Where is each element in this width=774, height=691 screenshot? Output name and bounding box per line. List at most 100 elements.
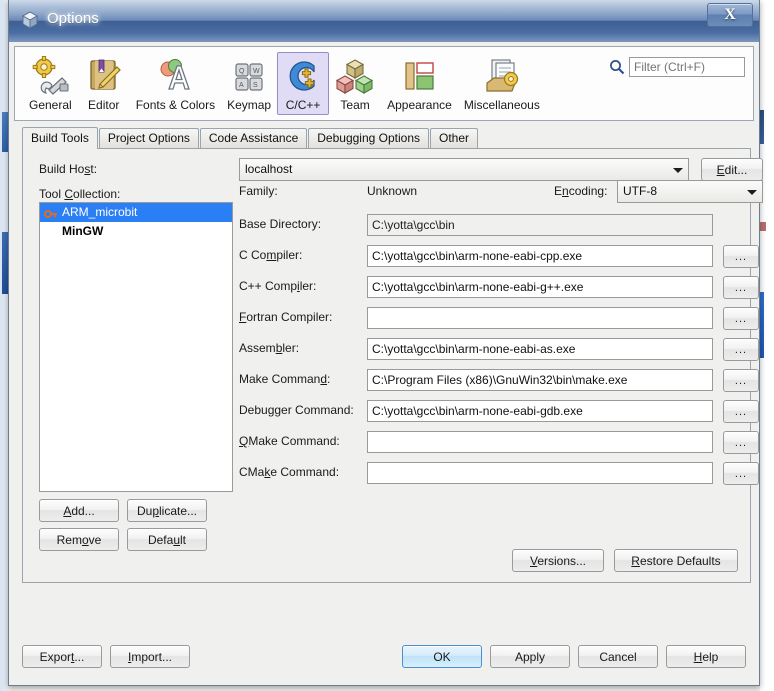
fortran-compiler-browse-button[interactable]: ... bbox=[723, 307, 759, 330]
cpp-compiler-browse-button[interactable]: ... bbox=[723, 276, 759, 299]
documents-gear-icon bbox=[482, 56, 522, 96]
cmake-command-label: CMake Command: bbox=[239, 465, 340, 479]
c-compiler-label: C Compiler: bbox=[239, 248, 303, 262]
apply-button[interactable]: Apply bbox=[490, 645, 570, 668]
options-toolbar: General Editor Fonts & Colors Q W A S Ke… bbox=[14, 46, 754, 121]
notebook-pencil-icon bbox=[84, 56, 124, 96]
list-item[interactable]: MinGW bbox=[40, 222, 232, 241]
encoding-label: Encoding: bbox=[554, 184, 608, 198]
c-compiler-browse-button[interactable]: ... bbox=[723, 245, 759, 268]
add-button[interactable]: Add... bbox=[39, 499, 119, 522]
tab-strip: Build Tools Project Options Code Assista… bbox=[22, 127, 751, 149]
make-command-input[interactable] bbox=[367, 369, 713, 391]
options-dialog: Options X General Editor Fonts & Colors … bbox=[8, 0, 763, 686]
tool-collection-buttons-row-2: Remove Default bbox=[39, 528, 207, 551]
cube-icon bbox=[21, 11, 39, 29]
list-item-label: ARM_microbit bbox=[62, 205, 138, 219]
versions-button[interactable]: Versions... bbox=[512, 549, 604, 572]
build-tool-form: localhost Edit... Family: Unknown Encodi… bbox=[239, 149, 763, 582]
toolbar-item-fonts-colors[interactable]: Fonts & Colors bbox=[130, 52, 221, 115]
build-tools-panel: Build Host: Tool Collection: ARM_microbi… bbox=[22, 148, 763, 583]
duplicate-button[interactable]: Duplicate... bbox=[127, 499, 207, 522]
assembler-input[interactable] bbox=[367, 338, 713, 360]
import-button[interactable]: Import... bbox=[110, 645, 190, 668]
qmake-command-input[interactable] bbox=[367, 431, 713, 453]
toolbar-item-label: Fonts & Colors bbox=[135, 98, 216, 112]
toolbar-item-label: Team bbox=[340, 98, 370, 112]
toolbar-item-label: General bbox=[29, 98, 72, 112]
encoding-combo[interactable]: UTF-8 bbox=[617, 180, 763, 203]
close-button[interactable]: X bbox=[707, 3, 753, 27]
qmake-command-browse-button[interactable]: ... bbox=[723, 431, 759, 454]
toolbar-item-keymap[interactable]: Q W A S Keymap bbox=[221, 52, 277, 115]
footer-left-buttons: Export... Import... bbox=[22, 645, 190, 668]
make-command-label: Make Command: bbox=[239, 372, 331, 386]
tab-code-assistance[interactable]: Code Assistance bbox=[199, 128, 308, 148]
debugger-command-label: Debugger Command: bbox=[239, 403, 354, 417]
cmake-command-input[interactable] bbox=[367, 462, 713, 484]
chevron-down-icon bbox=[747, 190, 757, 195]
tab-build-tools[interactable]: Build Tools bbox=[22, 127, 98, 149]
edit-button[interactable]: Edit... bbox=[701, 158, 763, 181]
help-button[interactable]: Help bbox=[666, 645, 746, 668]
restore-defaults-button[interactable]: Restore Defaults bbox=[614, 549, 738, 572]
toolbar-item-appearance[interactable]: Appearance bbox=[381, 52, 458, 115]
cancel-button[interactable]: Cancel bbox=[578, 645, 658, 668]
cmake-command-browse-button[interactable]: ... bbox=[723, 462, 759, 485]
debugger-command-browse-button[interactable]: ... bbox=[723, 400, 759, 423]
tab-debugging-options[interactable]: Debugging Options bbox=[308, 128, 430, 148]
list-item-icon-placeholder bbox=[44, 226, 58, 238]
c-plusplus-icon bbox=[283, 56, 323, 96]
build-host-combo[interactable]: localhost bbox=[239, 158, 689, 181]
footer-right-buttons: OK Apply Cancel Help bbox=[402, 645, 746, 668]
toolbar-item-general[interactable]: General bbox=[23, 52, 78, 115]
keyboard-keys-icon: Q W A S bbox=[229, 56, 269, 96]
toolbar-item-team[interactable]: Team bbox=[329, 52, 381, 115]
c-compiler-input[interactable] bbox=[367, 245, 713, 267]
build-host-label: Build Host: bbox=[39, 162, 98, 176]
remove-button[interactable]: Remove bbox=[39, 528, 119, 551]
toolbar-item-editor[interactable]: Editor bbox=[78, 52, 130, 115]
fortran-compiler-input[interactable] bbox=[367, 307, 713, 329]
close-icon: X bbox=[724, 6, 736, 23]
tool-collection-list[interactable]: ARM_microbit MinGW bbox=[39, 202, 233, 492]
toolbar-item-label: Keymap bbox=[227, 98, 272, 112]
toolbar-item-label: Miscellaneous bbox=[463, 98, 540, 112]
debugger-command-input[interactable] bbox=[367, 400, 713, 422]
toolbar-item-label: Editor bbox=[88, 98, 120, 112]
tab-other[interactable]: Other bbox=[430, 128, 479, 148]
tool-collection-buttons: Add... Duplicate... Remove Default bbox=[39, 499, 207, 557]
family-label: Family: bbox=[239, 184, 278, 198]
toolbar-item-miscellaneous[interactable]: Miscellaneous bbox=[458, 52, 546, 115]
fortran-compiler-label: Fortran Compiler: bbox=[239, 310, 333, 324]
svg-text:W: W bbox=[253, 68, 260, 75]
list-item[interactable]: ARM_microbit bbox=[40, 203, 232, 222]
assembler-browse-button[interactable]: ... bbox=[723, 338, 759, 361]
dialog-footer: Export... Import... OK Apply Cancel Help bbox=[17, 639, 751, 677]
panel-action-buttons: Versions... Restore Defaults bbox=[512, 549, 738, 572]
tab-project-options[interactable]: Project Options bbox=[98, 128, 199, 148]
filter-input[interactable] bbox=[629, 57, 745, 77]
search-icon bbox=[609, 59, 625, 75]
base-directory-input[interactable] bbox=[367, 214, 713, 236]
default-button[interactable]: Default bbox=[127, 528, 207, 551]
tool-collection-buttons-row-1: Add... Duplicate... bbox=[39, 499, 207, 522]
toolbar-item-c-cpp[interactable]: C/C++ bbox=[277, 52, 330, 115]
cpp-compiler-label: C++ Compiler: bbox=[239, 279, 317, 293]
chevron-down-icon bbox=[673, 168, 683, 173]
toolbar-item-label: C/C++ bbox=[285, 98, 321, 112]
toolbar-item-label: Appearance bbox=[387, 98, 452, 112]
make-command-browse-button[interactable]: ... bbox=[723, 369, 759, 392]
ok-button[interactable]: OK bbox=[402, 645, 482, 668]
export-button[interactable]: Export... bbox=[22, 645, 102, 668]
qmake-command-label: QMake Command: bbox=[239, 434, 340, 448]
title-bar: Options X bbox=[9, 0, 759, 42]
list-item-label: MinGW bbox=[62, 224, 104, 238]
tool-collection-label: Tool Collection: bbox=[39, 187, 121, 201]
build-host-value: localhost bbox=[245, 162, 293, 176]
window-title: Options bbox=[47, 10, 99, 27]
svg-text:S: S bbox=[253, 82, 258, 89]
filter-area bbox=[609, 57, 745, 77]
font-palette-icon bbox=[155, 56, 195, 96]
cpp-compiler-input[interactable] bbox=[367, 276, 713, 298]
